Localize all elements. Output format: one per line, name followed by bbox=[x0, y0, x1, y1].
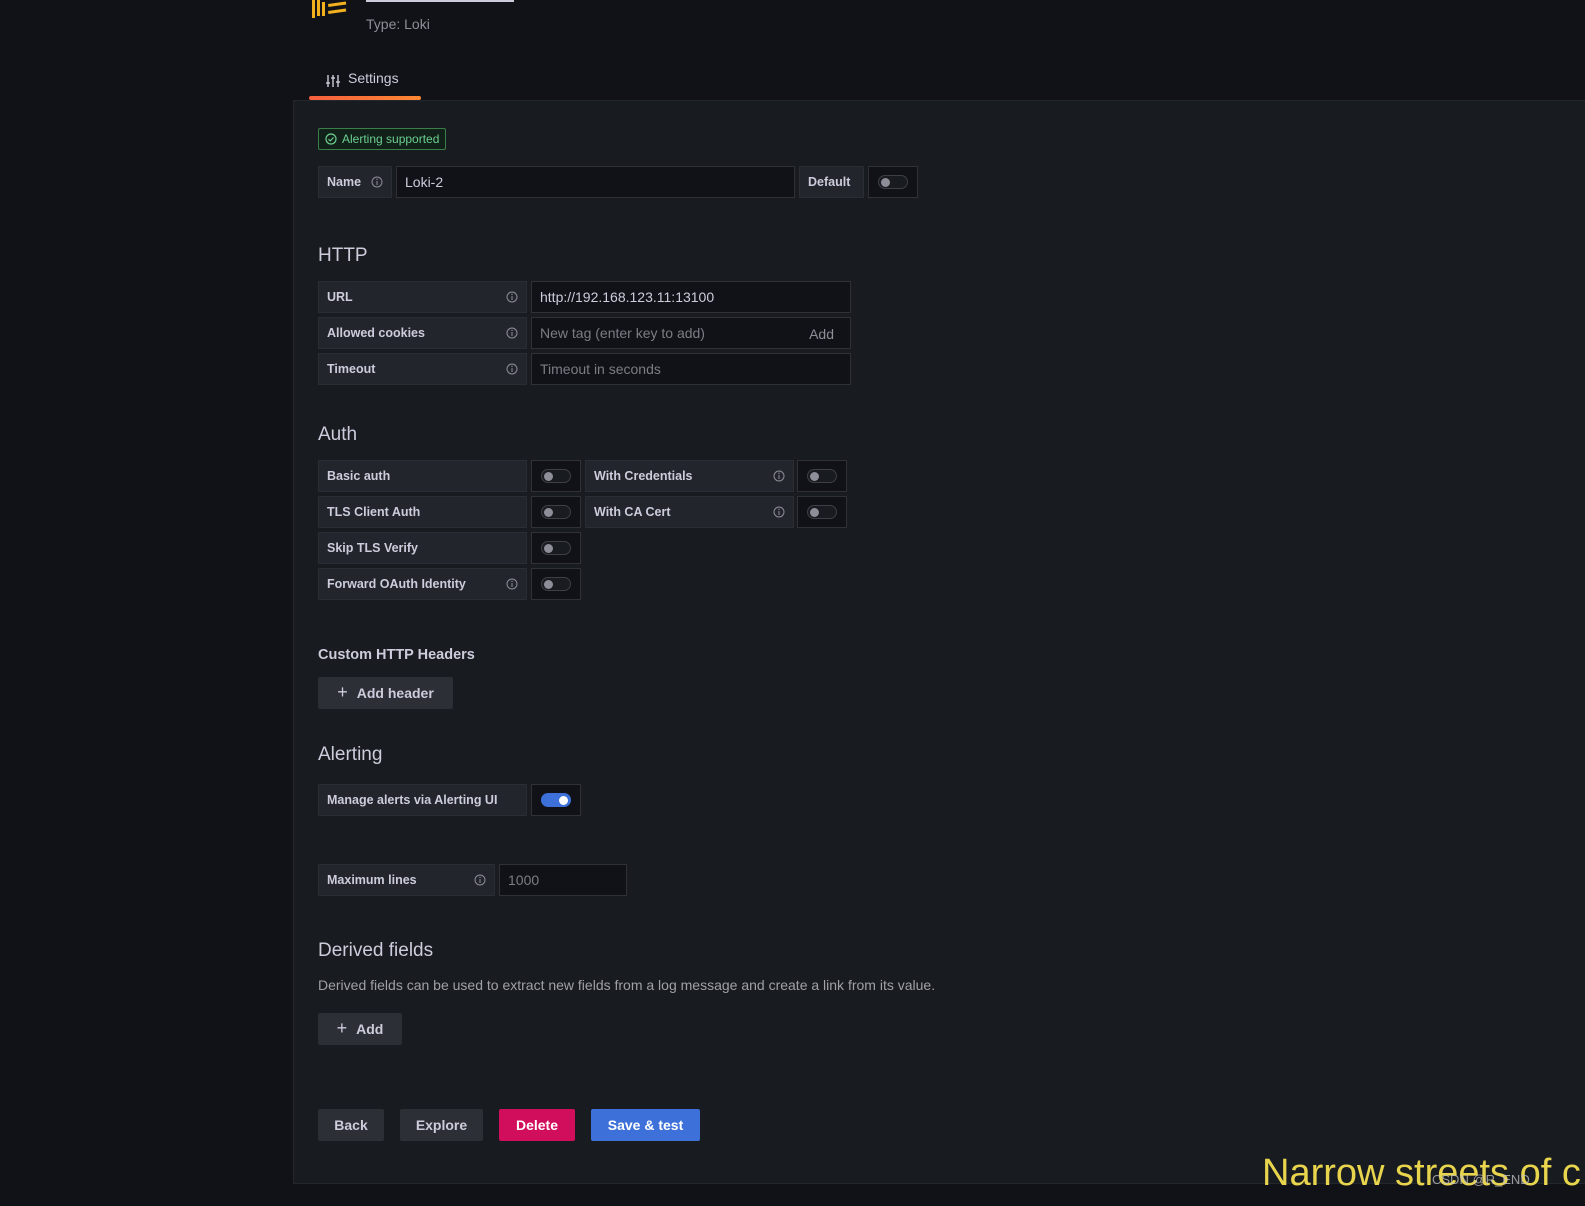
add-cookie-button[interactable]: Add bbox=[809, 326, 834, 342]
name-input[interactable]: Loki-2 bbox=[396, 166, 795, 198]
allowed-cookies-input[interactable]: New tag (enter key to add) Add bbox=[531, 317, 851, 349]
add-header-label: Add header bbox=[356, 685, 434, 701]
page-header: Type: Loki Settings bbox=[0, 0, 1585, 100]
maximum-lines-label-text: Maximum lines bbox=[327, 873, 417, 887]
info-icon[interactable] bbox=[474, 874, 486, 886]
sliders-icon bbox=[326, 75, 340, 87]
url-input[interactable]: http://192.168.123.11:13100 bbox=[531, 281, 851, 313]
timeout-label-text: Timeout bbox=[327, 362, 376, 376]
forward-oauth-label-text: Forward OAuth Identity bbox=[327, 577, 466, 591]
timeout-label: Timeout bbox=[318, 353, 527, 385]
toggle-knob bbox=[544, 580, 553, 589]
with-ca-cert-switch-box bbox=[797, 496, 847, 528]
with-credentials-toggle[interactable] bbox=[807, 469, 837, 483]
skip-tls-verify-label: Skip TLS Verify bbox=[318, 532, 527, 564]
derived-fields-title: Derived fields bbox=[318, 940, 434, 961]
tls-client-auth-toggle[interactable] bbox=[541, 505, 571, 519]
tls-client-auth-label: TLS Client Auth bbox=[318, 496, 527, 528]
info-icon[interactable] bbox=[371, 176, 383, 188]
maximum-lines-input[interactable]: 1000 bbox=[499, 864, 627, 896]
with-credentials-switch-box bbox=[797, 460, 847, 492]
url-label-text: URL bbox=[327, 290, 353, 304]
forward-oauth-switch-box bbox=[531, 568, 581, 600]
maximum-lines-label: Maximum lines bbox=[318, 864, 495, 896]
info-icon[interactable] bbox=[773, 470, 785, 482]
datasource-title-fragment bbox=[366, 0, 514, 2]
alerting-section-title: Alerting bbox=[318, 744, 383, 765]
basic-auth-switch-box bbox=[531, 460, 581, 492]
check-circle-icon bbox=[325, 133, 337, 145]
csdn-watermark: CSDN @R_END bbox=[1432, 1172, 1530, 1187]
alerting-supported-text: Alerting supported bbox=[342, 132, 440, 146]
toggle-knob bbox=[544, 544, 553, 553]
delete-button[interactable]: Delete bbox=[499, 1109, 575, 1141]
info-icon[interactable] bbox=[773, 506, 785, 518]
settings-panel bbox=[293, 100, 1585, 1184]
manage-alerts-switch-box bbox=[531, 784, 581, 816]
allowed-cookies-label: Allowed cookies bbox=[318, 317, 527, 349]
info-icon[interactable] bbox=[506, 363, 518, 375]
with-ca-cert-label: With CA Cert bbox=[585, 496, 794, 528]
manage-alerts-toggle[interactable] bbox=[541, 793, 571, 807]
toggle-knob bbox=[559, 796, 568, 805]
add-derived-field-button[interactable]: + Add bbox=[318, 1013, 402, 1045]
tls-client-auth-switch-box bbox=[531, 496, 581, 528]
allowed-cookies-label-text: Allowed cookies bbox=[327, 326, 425, 340]
with-ca-cert-label-text: With CA Cert bbox=[594, 505, 671, 519]
default-toggle[interactable] bbox=[878, 175, 908, 189]
back-button[interactable]: Back bbox=[318, 1109, 384, 1141]
manage-alerts-label: Manage alerts via Alerting UI bbox=[318, 784, 527, 816]
timeout-input[interactable]: Timeout in seconds bbox=[531, 353, 851, 385]
name-label-text: Name bbox=[327, 175, 362, 189]
tab-settings-label: Settings bbox=[348, 70, 399, 86]
add-header-button[interactable]: + Add header bbox=[318, 677, 453, 709]
info-icon[interactable] bbox=[506, 578, 518, 590]
with-credentials-label: With Credentials bbox=[585, 460, 794, 492]
info-icon[interactable] bbox=[506, 327, 518, 339]
forward-oauth-toggle[interactable] bbox=[541, 577, 571, 591]
forward-oauth-label: Forward OAuth Identity bbox=[318, 568, 527, 600]
datasource-type: Type: Loki bbox=[366, 16, 430, 32]
plus-icon: + bbox=[337, 681, 348, 702]
explore-button[interactable]: Explore bbox=[400, 1109, 483, 1141]
basic-auth-label: Basic auth bbox=[318, 460, 527, 492]
auth-section-title: Auth bbox=[318, 424, 358, 445]
default-switch-box bbox=[868, 166, 918, 198]
http-section-title: HTTP bbox=[318, 245, 368, 266]
allowed-cookies-placeholder: New tag (enter key to add) bbox=[540, 325, 705, 341]
skip-tls-verify-toggle[interactable] bbox=[541, 541, 571, 555]
add-derived-field-label: Add bbox=[356, 1021, 384, 1037]
derived-fields-description: Derived fields can be used to extract ne… bbox=[318, 977, 936, 993]
toggle-knob bbox=[810, 472, 819, 481]
with-credentials-label-text: With Credentials bbox=[594, 469, 693, 483]
alerting-supported-badge: Alerting supported bbox=[318, 128, 447, 150]
toggle-knob bbox=[810, 508, 819, 517]
loki-logo-icon bbox=[312, 0, 347, 18]
basic-auth-toggle[interactable] bbox=[541, 469, 571, 483]
info-icon[interactable] bbox=[506, 291, 518, 303]
plus-icon: + bbox=[336, 1017, 348, 1038]
default-label: Default bbox=[799, 166, 864, 198]
toggle-knob bbox=[544, 508, 553, 517]
video-subtitle-overlay: Narrow streets of c bbox=[1262, 1152, 1581, 1194]
with-ca-cert-toggle[interactable] bbox=[807, 505, 837, 519]
custom-headers-title: Custom HTTP Headers bbox=[318, 647, 475, 663]
skip-tls-verify-switch-box bbox=[531, 532, 581, 564]
name-label: Name bbox=[318, 166, 392, 198]
toggle-knob bbox=[881, 178, 890, 187]
url-label: URL bbox=[318, 281, 527, 313]
toggle-knob bbox=[544, 472, 553, 481]
save-test-button[interactable]: Save & test bbox=[591, 1109, 700, 1141]
